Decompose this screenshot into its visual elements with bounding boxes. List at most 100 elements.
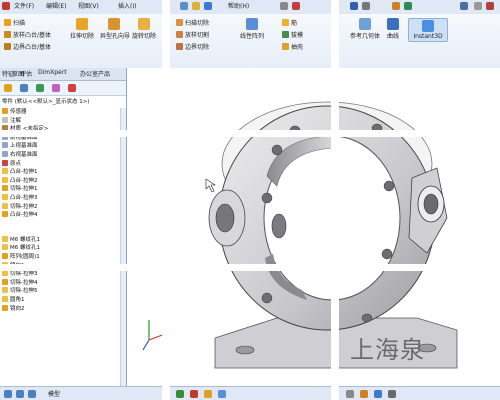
tab-evaluate[interactable]: 评估: [18, 69, 34, 78]
tree-item-label: 切除-拉伸1: [10, 186, 38, 193]
configuration-icon[interactable]: [36, 84, 44, 92]
tree-scrollbar[interactable]: [120, 108, 126, 386]
tree-item[interactable]: M6 螺纹孔1: [2, 235, 40, 244]
sweep-cut-icon: [176, 19, 183, 26]
tab-dimxpert[interactable]: DimXpert: [36, 69, 69, 76]
side-boss-left: [208, 189, 246, 247]
tree-item[interactable]: 切除-拉伸5: [2, 287, 37, 295]
ribbon-hole-wizard-button[interactable]: 异型孔向导: [100, 18, 130, 40]
tree-item-label: 凸台-拉伸3: [10, 195, 38, 201]
tree-item[interactable]: 传感器: [2, 108, 27, 116]
menu-file[interactable]: 文件(F): [14, 1, 34, 10]
options-icon[interactable]: [404, 2, 412, 10]
nav-first-icon[interactable]: [4, 390, 12, 398]
tree-item[interactable]: 圆角1: [2, 296, 25, 304]
ribbon-boundary-boss[interactable]: 边界凸台/基体: [4, 42, 51, 51]
tree-item[interactable]: 右视基准面: [2, 151, 38, 159]
ribbon-curves-button[interactable]: 曲线: [382, 18, 404, 40]
collage-divider-v1: [162, 0, 170, 400]
save-icon[interactable]: [204, 2, 212, 10]
part-model-svg[interactable]: [127, 68, 500, 386]
ribbon-draft[interactable]: 拔模: [282, 30, 303, 39]
menu-help[interactable]: 帮助(H): [228, 1, 249, 10]
feature-icon: [2, 108, 8, 114]
ribbon-reference-geometry-button[interactable]: 参考几何体: [350, 18, 380, 40]
model-tab[interactable]: 模型: [48, 389, 60, 398]
nav-next-icon[interactable]: [28, 390, 36, 398]
redo-icon[interactable]: [350, 2, 358, 10]
ribbon-loft-cut[interactable]: 放样切割: [176, 30, 209, 39]
tree-item-label: 切除-拉伸5: [10, 288, 38, 295]
tree-item[interactable]: 原点: [2, 159, 21, 168]
menu-insert[interactable]: 插入(I): [118, 1, 136, 10]
ribbon-linear-pattern-button[interactable]: 线性阵列: [238, 18, 266, 40]
display-manager-icon[interactable]: [68, 84, 76, 92]
dimxpert-icon[interactable]: [52, 84, 60, 92]
loft-icon: [4, 31, 11, 38]
tree-item[interactable]: 凸台-拉伸1: [2, 168, 37, 176]
feature-icon: [2, 202, 8, 209]
open-icon[interactable]: [192, 2, 200, 10]
ribbon-loft-boss[interactable]: 放样凸台/基体: [4, 30, 51, 39]
feature-tree-icon[interactable]: [4, 84, 12, 92]
minimize-icon[interactable]: [474, 2, 482, 10]
feature-icon: [2, 211, 8, 218]
property-manager-icon[interactable]: [20, 84, 28, 92]
view-settings-icon[interactable]: [388, 390, 396, 398]
tree-item[interactable]: 切除-拉伸2: [2, 202, 37, 211]
tree-item[interactable]: 镜向2: [2, 304, 25, 313]
new-icon[interactable]: [180, 2, 188, 10]
tree-item[interactable]: 上视基准面: [2, 142, 38, 150]
tree-item[interactable]: 凸台-拉伸2: [2, 176, 38, 185]
help-icon[interactable]: [460, 2, 468, 10]
ribbon-sweep-boss[interactable]: 扫描: [4, 18, 25, 27]
tree-item[interactable]: M6 螺纹孔1: [2, 244, 40, 252]
nav-prev-icon[interactable]: [16, 390, 24, 398]
menu-edit[interactable]: 编辑(E): [46, 1, 66, 10]
menu-view[interactable]: 视图(V): [78, 1, 99, 10]
tree-item[interactable]: 阵列(圆周)1: [2, 253, 40, 261]
section-view-icon[interactable]: [204, 390, 212, 398]
tree-item[interactable]: 切除-拉伸3: [2, 270, 37, 278]
command-manager-ribbon: 扫描 放样凸台/基体 边界凸台/基体 拉伸切除 异型孔向导 旋转切除 扫描切除 …: [0, 14, 500, 69]
zoom-fit-icon[interactable]: [190, 390, 198, 398]
view-orientation-icon[interactable]: [176, 390, 184, 398]
select-icon[interactable]: [362, 2, 370, 10]
feature-tree-root[interactable]: 零件 (默认<<默认>_显示状态 1>): [0, 96, 126, 106]
ribbon-boundary-cut[interactable]: 边界切除: [176, 42, 209, 51]
tree-item[interactable]: 凸台-拉伸4: [2, 211, 37, 219]
appearance-icon[interactable]: [360, 390, 368, 398]
feature-icon: [2, 287, 8, 294]
tree-item[interactable]: 凸台-拉伸3: [2, 194, 37, 202]
panel-tabs: 特征 草图 评估 DimXpert 办公室产品: [0, 68, 126, 81]
scene-icon[interactable]: [374, 390, 382, 398]
sweep-icon: [4, 19, 11, 26]
tree-item-label: M6 螺纹孔1: [10, 245, 40, 252]
reference-geometry-icon: [359, 18, 371, 30]
curves-icon: [387, 18, 399, 30]
feature-icon: [2, 194, 8, 200]
part-root-label: 零件 (默认<<默认>_显示状态 1>): [2, 99, 90, 105]
ribbon-instant3d-button[interactable]: Instant3D: [408, 18, 448, 42]
linear-pattern-icon: [246, 18, 258, 30]
close-icon[interactable]: [486, 2, 494, 10]
ribbon-shell[interactable]: 抽壳: [282, 42, 303, 51]
feature-icon: [2, 244, 8, 251]
tab-office-products[interactable]: 办公室产品: [78, 69, 112, 78]
tree-item[interactable]: 注解: [2, 116, 21, 125]
tree-item-label: 凸台-拉伸2: [10, 177, 38, 184]
tree-item[interactable]: 切除-拉伸1: [2, 185, 37, 193]
rebuild-icon[interactable]: [392, 2, 400, 10]
feature-icon: [2, 304, 8, 311]
tree-item[interactable]: 切除-拉伸4: [2, 278, 37, 287]
ribbon-extrude-cut-button[interactable]: 拉伸切除: [68, 18, 96, 40]
display-style-icon[interactable]: [218, 390, 226, 398]
hide-show-icon[interactable]: [346, 390, 354, 398]
ribbon-rib[interactable]: 筋: [282, 18, 297, 27]
print-icon[interactable]: [280, 2, 288, 10]
undo-icon[interactable]: [292, 2, 300, 10]
feature-icon: [2, 159, 8, 166]
ribbon-revolve-cut-button[interactable]: 旋转切除: [130, 18, 158, 40]
ribbon-sweep-cut[interactable]: 扫描切除: [176, 18, 209, 27]
graphics-viewport[interactable]: [127, 68, 500, 386]
